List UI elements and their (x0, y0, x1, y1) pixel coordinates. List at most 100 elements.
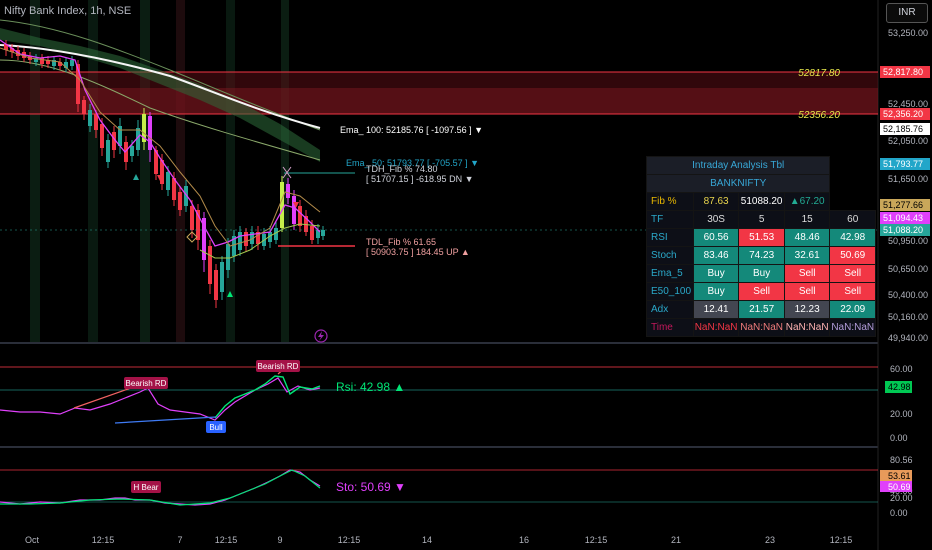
time-tick: Oct (25, 535, 40, 545)
row-label: Adx (646, 300, 694, 319)
sto-readout: Sto: 50.69 ▼ (336, 480, 406, 494)
fib-price: 51088.20 (738, 192, 785, 211)
tf-col: 15 (783, 210, 831, 229)
price-tick: 50,950.00 (888, 236, 928, 246)
fib-value: 87.63 (692, 192, 740, 211)
chart-title[interactable]: Nifty Bank Index, 1h, NSE (4, 5, 131, 17)
fib-change: ▲67.20 (783, 192, 831, 211)
cell: NaN:NaN (692, 318, 740, 337)
tf-label: TF (646, 210, 694, 229)
price-tag: 52,185.76 (883, 124, 923, 134)
price-tag: 51,793.77 (883, 159, 923, 169)
time-tick: 12:15 (338, 535, 361, 545)
row-label: Stoch (646, 246, 694, 265)
time-tick: 23 (765, 535, 775, 545)
cell: 22.09 (829, 300, 876, 319)
cell: 12.41 (692, 300, 740, 319)
price-tick: 50,160.00 (888, 312, 928, 322)
candle-body (226, 244, 230, 270)
tf-col: 60 (829, 210, 876, 229)
candle-body (280, 182, 284, 228)
cell: NaN:NaN (829, 318, 876, 337)
candle-body (190, 206, 194, 230)
price-tick: 52,450.00 (888, 99, 928, 109)
rsi-tag: 42.98 (888, 382, 911, 392)
sto-tick: 0.00 (890, 508, 908, 518)
fib-label-52356: 52356.20 (798, 110, 840, 121)
ema100-label: Ema_ 100: 52185.76 [ -1097.56 ] ▼ (340, 125, 483, 135)
price-tick: 51,650.00 (888, 174, 928, 184)
row-label: Ema_5 (646, 264, 694, 283)
cell: 83.46 (692, 246, 740, 265)
candle-body (286, 184, 290, 198)
resistance-zone-inner (40, 88, 878, 114)
candle-body (321, 230, 325, 236)
tf-col: 5 (738, 210, 785, 229)
price-tag: 51,088.20 (883, 225, 923, 235)
tdh-label: TDH_Fib % 74.80 (366, 164, 438, 174)
candle-body (298, 206, 302, 226)
price-tick: 49,940.00 (888, 333, 928, 343)
time-tick: 9 (277, 535, 282, 545)
fib-label: Fib % (646, 192, 694, 211)
cell: 74.23 (738, 246, 785, 265)
rsi-readout: Rsi: 42.98 ▲ (336, 380, 405, 394)
candle-body (94, 114, 98, 130)
price-tag: 52,356.20 (883, 109, 923, 119)
time-tick: 16 (519, 535, 529, 545)
price-tick: 50,400.00 (888, 290, 928, 300)
candle-body (70, 60, 74, 66)
candle-body (130, 146, 134, 156)
currency-button[interactable]: INR (886, 3, 928, 23)
time-tick: 12:15 (215, 535, 238, 545)
rsi-tick: 0.00 (890, 433, 908, 443)
cell: 12.23 (783, 300, 831, 319)
price-tick: 52,050.00 (888, 136, 928, 146)
candle-body (166, 172, 170, 190)
table-row-stoch: Stoch 83.46 74.23 32.61 50.69 (646, 246, 876, 265)
cell: 51.53 (738, 228, 785, 247)
sto-axis[interactable]: 80.56 40.00 20.00 0.00 53.61 50.69 (880, 455, 913, 518)
candle-body (310, 226, 314, 240)
cell: 50.69 (829, 246, 876, 265)
price-tick: 53,250.00 (888, 28, 928, 38)
candle-body (178, 192, 182, 210)
tf-col: 30S (692, 210, 740, 229)
cell: 32.61 (783, 246, 831, 265)
cell: Sell (783, 264, 831, 283)
cell: NaN:NaN (738, 318, 785, 337)
rsi-green-line (214, 375, 321, 419)
candle-body (40, 58, 44, 64)
sto-tag: 53.61 (888, 471, 911, 481)
rsi-axis[interactable]: 60.00 20.00 0.00 42.98 (885, 364, 913, 443)
cell: 48.46 (783, 228, 831, 247)
candle-body (244, 232, 248, 246)
h-bear-text: H Bear (134, 483, 159, 492)
cell: Sell (783, 282, 831, 301)
price-tag: 52,817.80 (883, 67, 923, 77)
table-title: Intraday Analysis Tbl (645, 156, 831, 175)
tdl-label: TDL_Fib % 61.65 (366, 237, 436, 247)
time-tick: 12:15 (585, 535, 608, 545)
bearish-rd-text-2: Bearish RD (258, 362, 299, 371)
table-row-rsi: RSI 60.56 51.53 48.46 42.98 (646, 228, 876, 247)
cell: Sell (829, 264, 876, 283)
bull-divergence-line (114, 416, 217, 424)
price-tags: 52,817.80 52,356.20 52,185.76 51,793.77 … (880, 66, 930, 236)
candle-body (238, 232, 242, 250)
row-label: Time (646, 318, 694, 337)
fib-label-52817: 52817.80 (798, 68, 840, 79)
time-axis[interactable]: Oct 12:15 7 12:15 9 12:15 14 16 12:15 21… (25, 535, 852, 545)
cell: 42.98 (829, 228, 876, 247)
cell: 21.57 (738, 300, 785, 319)
rsi-tick: 60.00 (890, 364, 913, 374)
candle-body (292, 196, 296, 224)
sto-tick: 20.00 (890, 493, 913, 503)
cell: Sell (829, 282, 876, 301)
table-symbol: BANKNIFTY (645, 174, 831, 193)
sto-tick: 80.56 (890, 455, 913, 465)
row-label: E50_100 (646, 282, 694, 301)
price-tag: 51,094.43 (883, 213, 923, 223)
table-row-time: Time NaN:NaN NaN:NaN NaN:NaN NaN:NaN (646, 318, 876, 337)
intraday-analysis-table: Intraday Analysis Tbl BANKNIFTY Fib % 87… (645, 156, 876, 337)
